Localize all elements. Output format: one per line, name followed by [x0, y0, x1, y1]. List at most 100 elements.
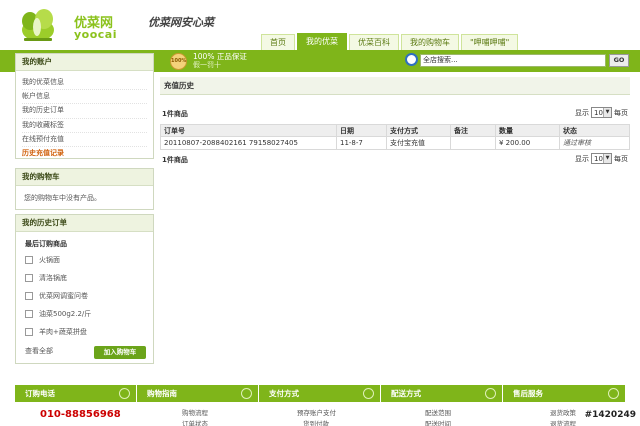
account-menu-item[interactable]: 我的历史订单 [22, 104, 147, 119]
truck-icon [485, 388, 496, 399]
nav-tab-xiabu[interactable]: "呷哺呷哺" [461, 34, 519, 50]
footer-link[interactable]: 预存账户支付 [297, 407, 336, 417]
quality-badge-icon: 100% [170, 53, 187, 70]
order-history-panel: 我的历史订单 最后订购商品 火锅面 清洛锅底 优菜网调蜜问卷 油菜500g2.2… [15, 214, 154, 364]
nav-tab-home[interactable]: 首页 [261, 34, 295, 50]
history-item: 优菜网调蜜问卷 [25, 291, 88, 301]
col-amount: 数量 [495, 124, 560, 137]
page-size-value: 10 [594, 108, 603, 117]
cell-status: 通过审核 [559, 136, 630, 150]
page-size-select[interactable]: 10 ▼ [591, 107, 612, 118]
history-item-label: 优菜网调蜜问卷 [39, 292, 88, 300]
footer-col-title: 支付方式 [269, 389, 299, 398]
account-panel: 我的账户 我的优菜信息 帐户信息 我的历史订单 我的收藏标签 在线预付充值 历史… [15, 53, 154, 159]
cart-panel-title: 我的购物车 [16, 169, 153, 186]
footer-link[interactable]: 订单状态 [182, 418, 208, 426]
history-item-checkbox[interactable] [25, 328, 33, 336]
cart-panel: 我的购物车 您的购物车中没有产品。 [15, 168, 154, 210]
history-item-label: 清洛锅底 [39, 274, 67, 282]
footer-link[interactable]: 退货政策 [550, 407, 576, 417]
nav-tab-my-yoocai[interactable]: 我的优菜 [297, 33, 347, 50]
pager-show-label: 显示 [575, 108, 589, 117]
recharge-history-main: 充值历史 1件商品 显示 10 ▼ 每页 订单号 日期 支付方式 备注 数量 状态… [160, 77, 630, 164]
image-watermark: #1420249 [584, 410, 636, 420]
history-item-label: 羊肉+蔬菜拼盘 [39, 328, 87, 336]
account-menu-item[interactable]: 帐户信息 [22, 90, 147, 105]
footer-col-delivery: 配送方式 [381, 385, 503, 402]
quality-guarantee: 100% 正品保证 假一罚十 [193, 52, 247, 70]
history-item-checkbox[interactable] [25, 292, 33, 300]
guide-icon [241, 388, 252, 399]
item-count-bottom: 1件商品 [162, 156, 188, 164]
cell-order-no: 20110807-2088402161 79158027405 [160, 136, 337, 150]
search-icon [405, 53, 418, 66]
col-order-no: 订单号 [160, 124, 337, 137]
site-slogan: 优菜网安心菜 [148, 16, 214, 29]
footer-col-title: 购物指南 [147, 389, 177, 398]
history-item: 清洛锅底 [25, 273, 67, 283]
footer-col-title: 订购电话 [25, 389, 55, 398]
cell-amount: ¥ 200.00 [495, 136, 560, 150]
nav-tab-encyclopedia[interactable]: 优菜百科 [349, 34, 399, 50]
vegetable-logo-icon [22, 9, 54, 41]
site-logo[interactable]: 优菜网 yoocai [16, 8, 138, 44]
order-history-title: 我的历史订单 [16, 215, 153, 232]
cell-payment: 支付宝充值 [386, 136, 451, 150]
account-panel-title: 我的账户 [16, 54, 153, 71]
history-item-checkbox[interactable] [25, 256, 33, 264]
cart-empty-text: 您的购物车中没有产品。 [24, 194, 101, 202]
account-menu: 我的优菜信息 帐户信息 我的历史订单 我的收藏标签 在线预付充值 历史充值记录 [16, 71, 153, 165]
footer-col-payment: 支付方式 [259, 385, 381, 402]
phone-icon [119, 388, 130, 399]
footer-link[interactable]: 配送范围 [425, 407, 451, 417]
history-item: 火锅面 [25, 255, 60, 265]
search-input[interactable]: 全店搜索... [420, 54, 606, 67]
guarantee-subtitle: 假一罚十 [193, 61, 221, 69]
recharge-table: 订单号 日期 支付方式 备注 数量 状态 20110807-2088402161… [160, 124, 630, 150]
chevron-down-icon: ▼ [603, 154, 611, 163]
footer-link[interactable]: 退货流程 [550, 418, 576, 426]
footer-col-title: 配送方式 [391, 389, 421, 398]
site-footer: 订购电话 购物指南 支付方式 配送方式 售后服务 010-88856968 购物… [15, 385, 625, 426]
history-item: 油菜500g2.2/斤 [25, 309, 91, 319]
footer-link[interactable]: 购物流程 [182, 407, 208, 417]
history-item-checkbox[interactable] [25, 310, 33, 318]
col-note: 备注 [450, 124, 496, 137]
history-item-label: 火锅面 [39, 256, 60, 264]
table-header-row: 订单号 日期 支付方式 备注 数量 状态 [160, 124, 630, 137]
footer-col-guide: 购物指南 [137, 385, 259, 402]
page-size-value: 10 [594, 154, 603, 163]
guarantee-title: 100% 正品保证 [193, 52, 247, 61]
pager-top: 显示 10 ▼ 每页 [575, 107, 628, 118]
search-go-button[interactable]: GO [609, 54, 629, 67]
account-menu-item[interactable]: 我的收藏标签 [22, 119, 147, 133]
account-menu-item[interactable]: 我的优菜信息 [22, 76, 147, 91]
add-to-cart-button[interactable]: 加入购物车 [94, 346, 146, 359]
history-item-checkbox[interactable] [25, 274, 33, 282]
pager-per-page-label: 每页 [614, 154, 628, 163]
see-all-link[interactable]: 查看全部 [25, 346, 53, 356]
col-status: 状态 [559, 124, 630, 137]
table-row: 20110807-2088402161 79158027405 11-8-7 支… [160, 136, 630, 150]
footer-col-phone: 订购电话 [15, 385, 137, 402]
site-header: 优菜网 yoocai 优菜网安心菜 首页 我的优菜 优菜百科 我的购物车 "呷哺… [0, 0, 640, 50]
footer-link[interactable]: 配送时间 [425, 418, 451, 426]
pager-show-label: 显示 [575, 154, 589, 163]
last-ordered-title: 最后订购商品 [25, 240, 67, 248]
footer-col-service: 售后服务 [503, 385, 625, 402]
footer-col-title: 售后服务 [513, 389, 543, 398]
footer-link[interactable]: 货到付款 [303, 418, 329, 426]
account-menu-item-active[interactable]: 历史充值记录 [22, 147, 147, 160]
account-menu-item[interactable]: 在线预付充值 [22, 133, 147, 148]
history-item-label: 油菜500g2.2/斤 [39, 310, 92, 318]
history-item: 羊肉+蔬菜拼盘 [25, 327, 87, 337]
item-count-top: 1件商品 [162, 110, 188, 118]
cell-note [450, 136, 496, 150]
service-icon [608, 388, 619, 399]
page-size-select[interactable]: 10 ▼ [591, 153, 612, 164]
nav-tab-my-cart[interactable]: 我的购物车 [401, 34, 459, 50]
col-payment: 支付方式 [386, 124, 451, 137]
hotline-number: 010-88856968 [40, 409, 121, 420]
main-nav: 首页 我的优菜 优菜百科 我的购物车 "呷哺呷哺" [261, 33, 520, 50]
footer-header-bar: 订购电话 购物指南 支付方式 配送方式 售后服务 [15, 385, 625, 402]
